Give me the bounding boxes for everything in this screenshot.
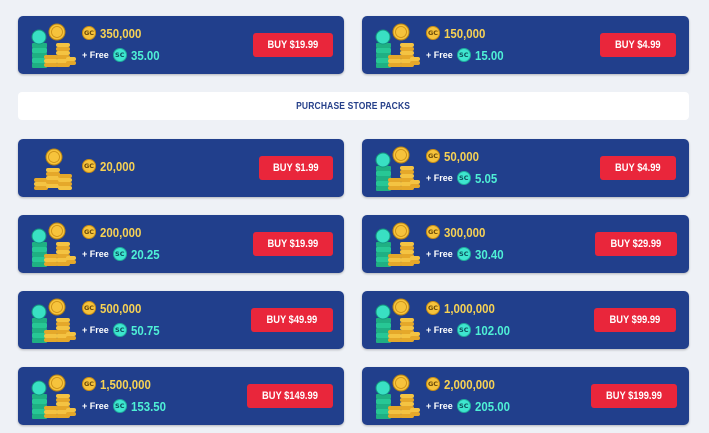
sweeps-coin-amount: 5.05 <box>474 170 498 186</box>
buy-button[interactable]: BUY $4.99 <box>600 156 676 180</box>
free-label: + Free <box>426 325 453 335</box>
sweeps-coin-amount: 102.00 <box>474 322 510 338</box>
coin-stack-icon <box>375 222 421 268</box>
buy-button-label: BUY $49.99 <box>266 314 318 326</box>
purchase-store-packs-banner: PURCHASE STORE PACKS <box>18 92 689 120</box>
buy-button-label: BUY $19.99 <box>267 238 319 250</box>
buy-button[interactable]: BUY $1.99 <box>259 156 333 180</box>
pack-card-50000: GC 50,000 + Free SC 5.05 BUY $4.99 <box>362 139 689 197</box>
gold-coin-amount: 150,000 <box>444 25 486 41</box>
sweeps-coin-amount: 30.40 <box>474 246 504 262</box>
buy-button[interactable]: BUY $4.99 <box>600 33 676 57</box>
buy-button-label: BUY $99.99 <box>609 314 661 326</box>
coin-stack-icon <box>31 23 77 69</box>
coin-stack-icon <box>33 148 73 191</box>
gold-coin-amount: 1,500,000 <box>100 376 151 392</box>
gold-coin-amount: 20,000 <box>100 158 135 174</box>
pack-amounts: GC 350,000 + Free SC 35.00 <box>82 24 163 64</box>
buy-button[interactable]: BUY $19.99 <box>253 232 333 256</box>
pack-amounts: GC 200,000 + Free SC 20.25 <box>82 223 163 263</box>
sweeps-coin-icon: SC <box>112 399 127 413</box>
gold-coin-icon: GC <box>82 301 96 315</box>
sweeps-coin-amount: 153.50 <box>130 398 166 414</box>
free-label: + Free <box>82 401 109 411</box>
sweeps-coin-amount: 205.00 <box>474 398 510 414</box>
coin-stack-icon <box>31 374 77 420</box>
pack-amounts: GC 20,000 <box>82 147 140 175</box>
sweeps-coin-icon: SC <box>456 323 471 337</box>
gold-coin-amount: 2,000,000 <box>444 376 495 392</box>
buy-button-label: BUY $4.99 <box>615 162 661 174</box>
buy-button[interactable]: BUY $99.99 <box>594 308 676 332</box>
buy-button-label: BUY $199.99 <box>606 390 662 402</box>
free-label: + Free <box>426 401 453 411</box>
sweeps-coin-amount: 15.00 <box>474 47 504 63</box>
sweeps-coin-icon: SC <box>456 247 471 261</box>
gold-coin-icon: GC <box>82 159 96 173</box>
free-label: + Free <box>426 173 453 183</box>
pack-card-300000: GC 300,000 + Free SC 30.40 BUY $29.99 <box>362 215 689 273</box>
pack-card-500000: GC 500,000 + Free SC 50.75 BUY $49.99 <box>18 291 344 349</box>
pack-amounts: GC 500,000 + Free SC 50.75 <box>82 299 163 339</box>
pack-card-150000: GC 150,000 + Free SC 15.00 BUY $4.99 <box>362 16 689 74</box>
buy-button-label: BUY $149.99 <box>262 390 318 402</box>
sweeps-coin-icon: SC <box>112 48 127 62</box>
gold-coin-icon: GC <box>426 225 440 239</box>
free-label: + Free <box>82 325 109 335</box>
buy-button[interactable]: BUY $149.99 <box>247 384 333 408</box>
gold-coin-amount: 1,000,000 <box>444 300 495 316</box>
gold-coin-icon: GC <box>82 377 96 391</box>
gold-coin-amount: 300,000 <box>444 224 486 240</box>
coin-stack-icon <box>375 23 421 69</box>
gold-coin-icon: GC <box>426 149 440 163</box>
free-label: + Free <box>426 249 453 259</box>
section-title: PURCHASE STORE PACKS <box>296 100 411 112</box>
gold-coin-amount: 50,000 <box>444 148 479 164</box>
gold-coin-amount: 200,000 <box>100 224 142 240</box>
buy-button[interactable]: BUY $29.99 <box>595 232 677 256</box>
gold-coin-icon: GC <box>426 377 440 391</box>
coin-stack-icon <box>31 298 77 344</box>
pack-card-2000000: GC 2,000,000 + Free SC 205.00 BUY $199.99 <box>362 367 689 425</box>
pack-amounts: GC 1,500,000 + Free SC 153.50 <box>82 375 171 415</box>
sweeps-coin-amount: 50.75 <box>130 322 160 338</box>
coin-stack-icon <box>31 222 77 268</box>
pack-amounts: GC 300,000 + Free SC 30.40 <box>426 223 507 263</box>
coin-stack-icon <box>375 298 421 344</box>
free-label: + Free <box>82 50 109 60</box>
pack-card-200000: GC 200,000 + Free SC 20.25 BUY $19.99 <box>18 215 344 273</box>
sweeps-coin-icon: SC <box>456 399 471 413</box>
pack-card-1500000: GC 1,500,000 + Free SC 153.50 BUY $149.99 <box>18 367 344 425</box>
buy-button-label: BUY $19.99 <box>267 39 319 51</box>
gold-coin-amount: 500,000 <box>100 300 142 316</box>
buy-button[interactable]: BUY $19.99 <box>253 33 333 57</box>
sweeps-coin-icon: SC <box>112 247 127 261</box>
gold-coin-icon: GC <box>426 26 440 40</box>
buy-button-label: BUY $29.99 <box>610 238 662 250</box>
gold-coin-amount: 350,000 <box>100 25 142 41</box>
pack-card-350000: GC 350,000 + Free SC 35.00 BUY $19.99 <box>18 16 344 74</box>
gold-coin-icon: GC <box>82 225 96 239</box>
pack-card-20000: GC 20,000 BUY $1.99 <box>18 139 344 197</box>
pack-card-1000000: GC 1,000,000 + Free SC 102.00 BUY $99.99 <box>362 291 689 349</box>
pack-amounts: GC 2,000,000 + Free SC 205.00 <box>426 375 515 415</box>
coin-stack-icon <box>375 374 421 420</box>
sweeps-coin-icon: SC <box>456 48 471 62</box>
buy-button[interactable]: BUY $199.99 <box>591 384 677 408</box>
buy-button[interactable]: BUY $49.99 <box>251 308 333 332</box>
sweeps-coin-amount: 35.00 <box>130 47 160 63</box>
coin-stack-icon <box>375 146 421 192</box>
free-label: + Free <box>426 50 453 60</box>
buy-button-label: BUY $4.99 <box>615 39 661 51</box>
sweeps-coin-icon: SC <box>112 323 127 337</box>
buy-button-label: BUY $1.99 <box>273 162 319 174</box>
sweeps-coin-icon: SC <box>456 171 471 185</box>
sweeps-coin-amount: 20.25 <box>130 246 160 262</box>
free-label: + Free <box>82 249 109 259</box>
pack-amounts: GC 50,000 + Free SC 5.05 <box>426 147 500 187</box>
pack-amounts: GC 150,000 + Free SC 15.00 <box>426 24 507 64</box>
pack-amounts: GC 1,000,000 + Free SC 102.00 <box>426 299 515 339</box>
gold-coin-icon: GC <box>82 26 96 40</box>
gold-coin-icon: GC <box>426 301 440 315</box>
